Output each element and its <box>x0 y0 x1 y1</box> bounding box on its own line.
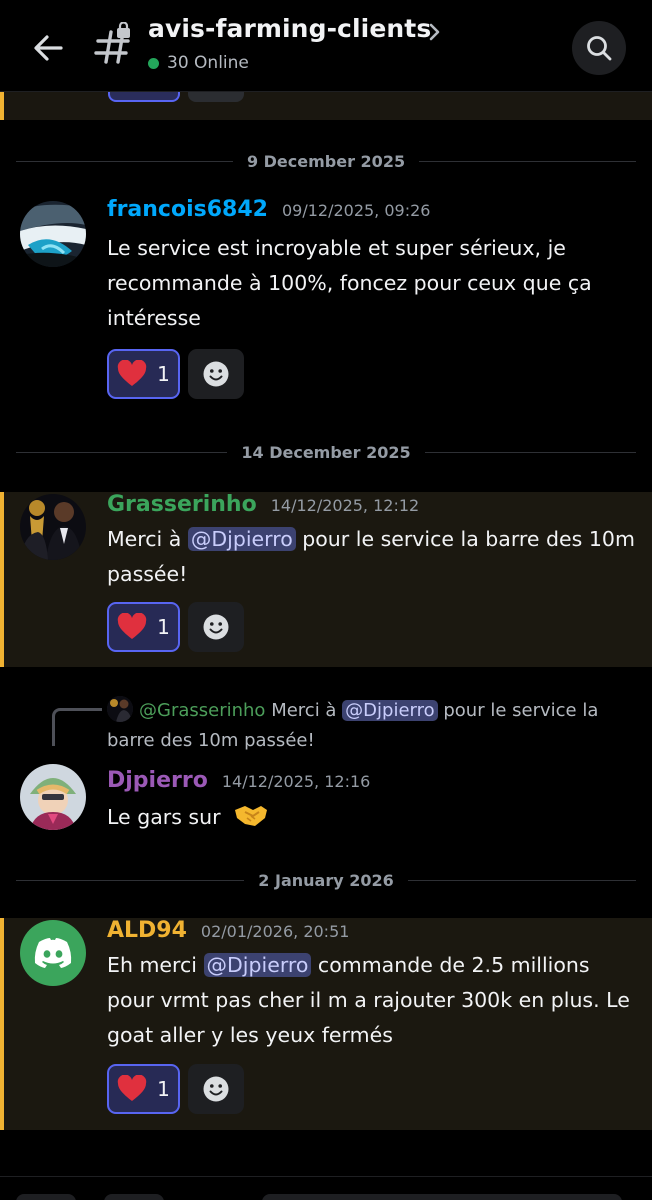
username[interactable]: francois6842 <box>107 197 268 222</box>
smiley-icon <box>203 361 229 387</box>
online-count: 30 Online <box>167 53 249 73</box>
discord-logo-icon <box>34 938 72 968</box>
composer-button[interactable] <box>16 1194 76 1200</box>
user-mention[interactable]: @Djpierro <box>203 953 312 977</box>
reply-author[interactable]: @Grasserinho <box>139 700 265 721</box>
channel-header: avis-farming-clients 30 Online <box>0 0 652 92</box>
channel-name[interactable]: avis-farming-clients <box>148 14 431 43</box>
message-text: Le gars sur <box>107 800 637 835</box>
search-icon <box>587 36 612 61</box>
add-reaction-button[interactable] <box>188 1064 244 1114</box>
reaction-count: 1 <box>157 615 170 639</box>
username[interactable]: Grasserinho <box>107 492 257 517</box>
message-list[interactable]: 9 December 2025 francois6842 09/12/2025,… <box>0 92 652 1200</box>
timestamp: 14/12/2025, 12:16 <box>221 772 371 791</box>
message-text: Merci à @Djpierro pour le service la bar… <box>107 527 635 586</box>
back-button[interactable] <box>26 26 70 70</box>
reaction-row: 1 <box>107 602 244 652</box>
reply-connector <box>52 708 102 746</box>
heart-reaction-button[interactable]: 1 <box>107 602 180 652</box>
heart-reaction-button[interactable]: 1 <box>107 349 180 399</box>
message-francois6842[interactable]: francois6842 09/12/2025, 09:26 Le servic… <box>0 197 652 407</box>
date-divider: 14 December 2025 <box>16 440 636 464</box>
online-dot-icon <box>148 57 159 69</box>
add-reaction-button[interactable] <box>188 92 244 102</box>
username[interactable]: ALD94 <box>107 918 187 943</box>
message-header: Grasserinho 14/12/2025, 12:12 <box>107 492 419 517</box>
timestamp: 09/12/2025, 09:26 <box>281 201 431 220</box>
smiley-icon <box>203 614 229 640</box>
heart-icon <box>117 360 147 386</box>
previous-message-reactions <box>0 92 652 120</box>
message-input[interactable] <box>262 1194 622 1200</box>
username[interactable]: Djpierro <box>107 768 208 793</box>
reply-avatar <box>107 696 133 722</box>
user-mention[interactable]: @Djpierro <box>342 700 438 721</box>
message-ald94[interactable]: ALD94 02/01/2026, 20:51 Eh merci @Djpier… <box>0 918 652 1130</box>
chevron-right-icon[interactable] <box>428 20 442 44</box>
reaction-row: 1 <box>107 1064 244 1114</box>
message-djpierro[interactable]: Djpierro 14/12/2025, 12:16 Le gars sur <box>0 764 652 844</box>
date-divider: 2 January 2026 <box>16 868 637 892</box>
message-grasserinho[interactable]: Grasserinho 14/12/2025, 12:12 Merci à @D… <box>0 492 652 667</box>
online-status: 30 Online <box>148 53 249 73</box>
heart-icon <box>117 613 147 639</box>
message-text: Le service est incroyable et super série… <box>107 236 592 330</box>
message-header: ALD94 02/01/2026, 20:51 <box>107 918 349 943</box>
avatar[interactable] <box>20 920 86 986</box>
reaction-count: 1 <box>157 1077 170 1101</box>
heart-icon <box>117 1075 147 1101</box>
composer-bar[interactable] <box>0 1176 652 1200</box>
smiley-icon <box>203 1076 229 1102</box>
reaction-count: 1 <box>157 362 170 386</box>
timestamp: 02/01/2026, 20:51 <box>200 922 350 941</box>
date-divider: 9 December 2025 <box>16 149 637 173</box>
search-button[interactable] <box>572 21 626 75</box>
reply-preview[interactable]: @Grasserinho Merci à @Djpierro pour le s… <box>107 696 637 756</box>
timestamp: 14/12/2025, 12:12 <box>270 496 420 515</box>
reaction-row: 1 <box>107 349 244 399</box>
heart-reaction-button[interactable]: 1 <box>107 1064 180 1114</box>
message-text: Eh merci @Djpierro commande de 2.5 milli… <box>107 953 630 1047</box>
message-header: francois6842 09/12/2025, 09:26 <box>107 197 430 222</box>
message-header: Djpierro 14/12/2025, 12:16 <box>107 768 370 793</box>
arrow-left-icon <box>34 35 63 61</box>
add-reaction-button[interactable] <box>188 602 244 652</box>
avatar[interactable] <box>20 494 86 560</box>
user-mention[interactable]: @Djpierro <box>187 527 296 551</box>
heart-reaction-button[interactable] <box>108 92 180 102</box>
avatar[interactable] <box>20 764 86 830</box>
composer-button[interactable] <box>104 1194 164 1200</box>
avatar[interactable] <box>20 201 86 267</box>
locked-channel-icon <box>94 22 130 64</box>
add-reaction-button[interactable] <box>188 349 244 399</box>
handshake-emoji-icon <box>235 806 268 826</box>
